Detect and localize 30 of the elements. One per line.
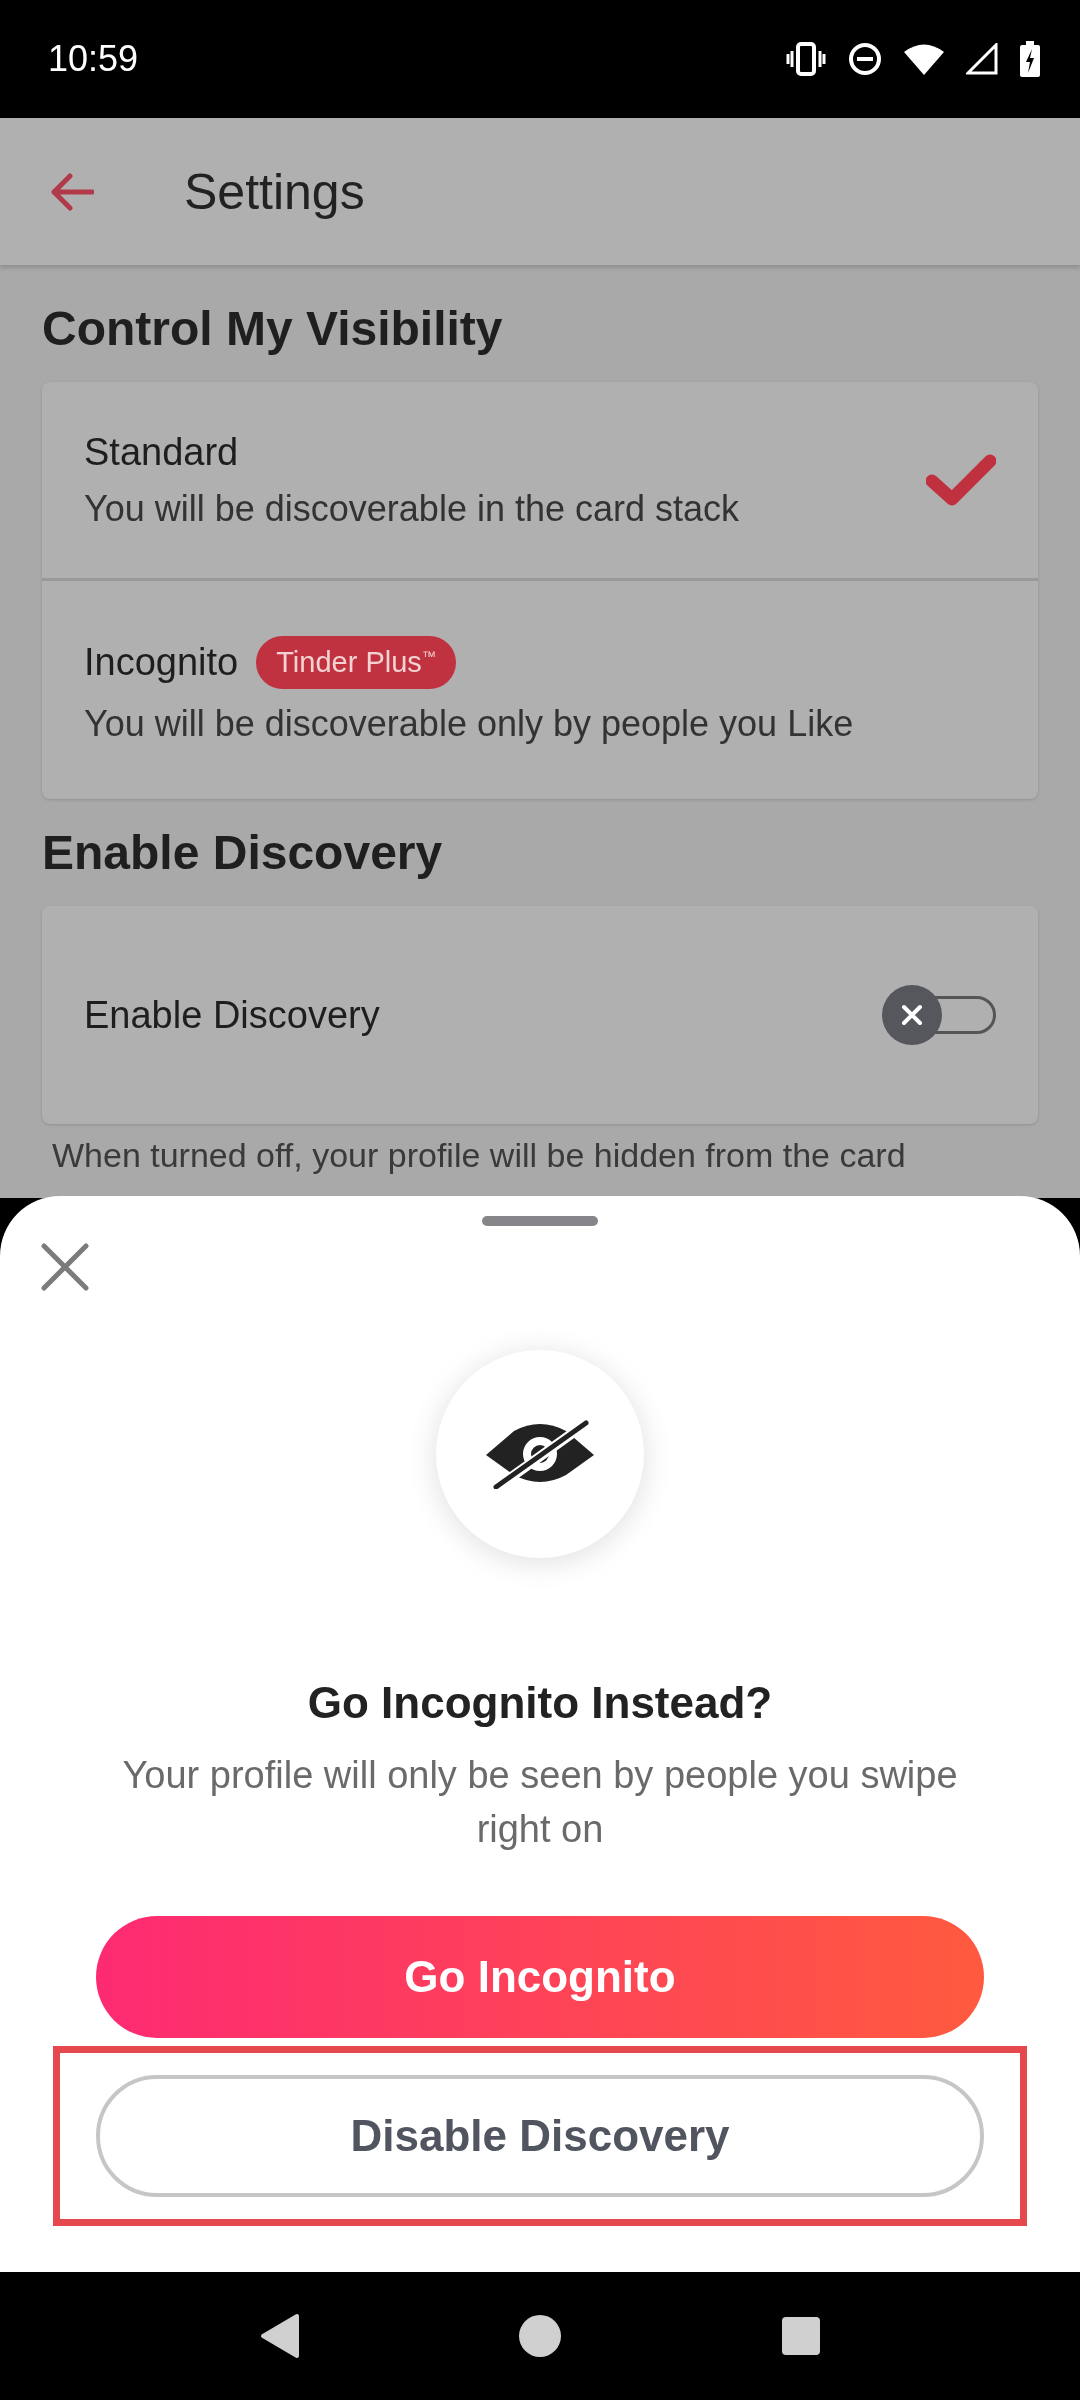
toggle-switch[interactable] <box>882 985 996 1045</box>
recents-nav-icon[interactable] <box>780 2316 821 2356</box>
visibility-option[interactable]: Incognito Tinder Plus$^{™}$ You will be discoverable only by people you Like <box>42 578 1038 799</box>
section-title: Enable Discovery <box>42 825 444 880</box>
disable-discovery-button[interactable]: Disable Discovery <box>96 2075 984 2197</box>
status-time: 10:59 <box>48 38 139 80</box>
plan-badge: Tinder Plus$^{™}$ <box>256 635 456 689</box>
visibility-option[interactable]: Standard You will be discoverable in the card stack <box>42 382 1038 578</box>
home-nav-icon[interactable] <box>518 2314 562 2358</box>
wifi-icon <box>904 43 944 75</box>
drag-handle[interactable] <box>482 1216 598 1226</box>
x-icon <box>900 1003 924 1027</box>
close-button[interactable] <box>38 1240 92 1294</box>
option-title: Standard <box>84 430 239 474</box>
setting-label: Enable Discovery <box>84 993 380 1037</box>
signal-icon <box>966 43 998 75</box>
back-arrow-icon[interactable] <box>50 172 94 211</box>
dialog-description: Your profile will only be seen by people you swipe right on <box>121 1753 959 1852</box>
battery-icon <box>1020 41 1040 77</box>
help-text: When turned off, your profile will be hidden from the card <box>52 1136 907 1174</box>
option-title: Incognito <box>84 640 239 684</box>
section-title: Control My Visibility <box>42 301 504 356</box>
eye-slash-icon <box>484 1419 596 1489</box>
screen-title: Settings <box>184 162 365 221</box>
dialog-title: Go Incognito Instead? <box>307 1678 773 1728</box>
option-description: You will be discoverable in the card stack <box>84 487 740 530</box>
back-nav-icon[interactable] <box>259 2313 300 2359</box>
vibrate-icon <box>786 42 826 76</box>
option-description: You will be discoverable only by people you Like <box>84 702 854 745</box>
do-not-disturb-icon <box>848 42 882 76</box>
